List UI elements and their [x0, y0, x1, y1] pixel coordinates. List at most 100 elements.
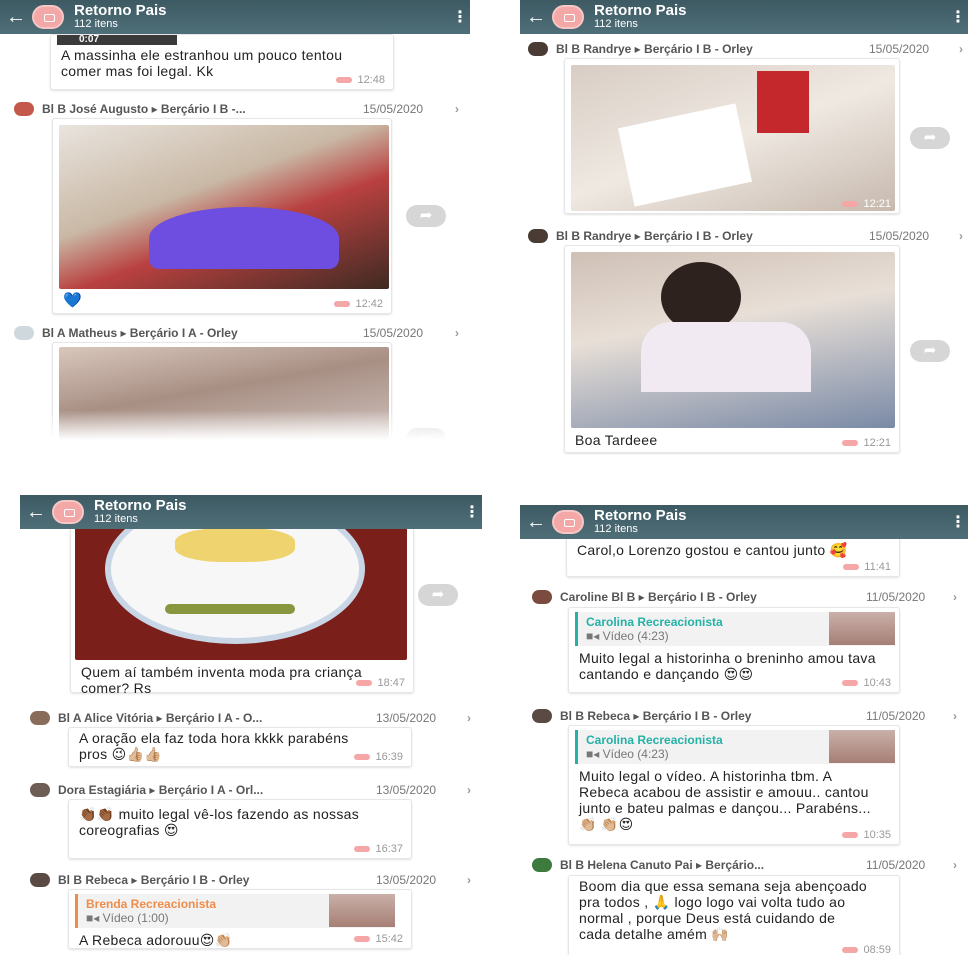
quoted-video[interactable]: Carolina Recreacionista ■◂ Vídeo (4:23) — [575, 612, 895, 646]
message-date: 15/05/2020 — [363, 326, 424, 340]
sender-name: Caroline Bl B ▸ Berçário I B - Orley — [560, 590, 757, 604]
message-time: 16:39 — [354, 751, 403, 763]
sender-avatar — [30, 783, 50, 797]
message-time: 18:47 — [356, 677, 405, 689]
message-bubble[interactable]: Carolina Recreacionista ■◂ Vídeo (4:23) … — [568, 725, 900, 845]
sender-row[interactable]: Caroline Bl B ▸ Berçário I B - Orley 11/… — [532, 590, 957, 604]
overflow-menu-icon[interactable]: ⋮ — [948, 7, 968, 27]
message-time: 08:59 — [842, 944, 891, 955]
forward-icon[interactable]: ➦ — [910, 127, 950, 149]
photo-child-eating[interactable] — [59, 125, 389, 289]
sender-row[interactable]: Bl B Randrye ▸ Berçário I B - Orley 15/0… — [528, 229, 963, 243]
message-text: A oração ela faz toda hora kkkk parabéns… — [79, 730, 349, 762]
sender-avatar — [532, 709, 552, 723]
message-date: 13/05/2020 — [376, 783, 437, 797]
sender-row[interactable]: Bl A Alice Vitória ▸ Berçário I A - O...… — [30, 711, 471, 725]
screenshot-panel-1: ← Retorno Pais 112 itens ⋮ 0:07 A massin… — [0, 0, 470, 440]
sender-avatar — [532, 590, 552, 604]
sender-row[interactable]: Bl B Rebeca ▸ Berçário I B - Orley 13/05… — [30, 873, 471, 887]
group-title: Retorno Pais — [594, 507, 687, 525]
photo-paper-crafts[interactable] — [571, 65, 895, 211]
message-date: 11/05/2020 — [866, 590, 926, 604]
group-avatar[interactable] — [552, 5, 584, 29]
sender-row[interactable]: Dora Estagiária ▸ Berçário I A - Orl... … — [30, 783, 471, 797]
sender-row[interactable]: Bl B Randrye ▸ Berçário I B - Orley 15/0… — [528, 42, 963, 56]
chevron-right-icon: › — [455, 326, 459, 340]
message-time: 10:35 — [842, 829, 891, 841]
message-text: Muito legal o vídeo. A historinha tbm. A… — [579, 768, 871, 832]
group-title: Retorno Pais — [594, 2, 687, 20]
message-bubble[interactable]: Boa Tardeee 12:21 — [564, 245, 900, 453]
back-arrow-icon[interactable]: ← — [6, 6, 28, 29]
message-bubble[interactable]: 12:21 — [564, 58, 900, 214]
message-date: 11/05/2020 — [866, 858, 926, 872]
message-bubble[interactable]: 👏🏾👏🏾 muito legal vê-los fazendo as nossa… — [68, 799, 412, 859]
blue-heart-emoji: 💙 — [63, 292, 82, 309]
sender-name: Bl B José Augusto ▸ Berçário I B -... — [42, 102, 246, 116]
message-bubble[interactable]: 0:07 A massinha ele estranhou um pouco t… — [50, 34, 394, 90]
message-time: 12:48 — [336, 74, 385, 86]
video-thumbnail[interactable] — [829, 612, 895, 645]
quoted-video[interactable]: Brenda Recreacionista ■◂ Vídeo (1:00) — [75, 894, 395, 928]
item-count: 112 itens — [74, 18, 118, 31]
chevron-right-icon: › — [959, 229, 963, 243]
message-bubble[interactable]: Brenda Recreacionista ■◂ Vídeo (1:00) A … — [68, 889, 412, 949]
back-arrow-icon[interactable]: ← — [526, 6, 548, 29]
sender-row[interactable]: Bl B Helena Canuto Pai ▸ Berçário... 11/… — [532, 858, 957, 872]
app-bar: ← Retorno Pais 112 itens ⋮ — [520, 0, 968, 34]
message-bubble[interactable]: A oração ela faz toda hora kkkk parabéns… — [68, 727, 412, 767]
screenshot-panel-4: Carol,o Lorenzo gostou e cantou junto 🥰 … — [520, 505, 968, 955]
photo-child-playing[interactable] — [571, 252, 895, 428]
message-text: A Rebeca adorouu😍👏🏼 — [79, 932, 233, 948]
back-arrow-icon[interactable]: ← — [526, 511, 548, 534]
sender-row[interactable]: Bl A Matheus ▸ Berçário I A - Orley 15/0… — [14, 326, 459, 340]
group-title: Retorno Pais — [94, 497, 187, 515]
forward-icon[interactable]: ➦ — [910, 340, 950, 362]
photo-food-face[interactable] — [75, 524, 407, 660]
sender-avatar — [532, 858, 552, 872]
message-time: 11:41 — [843, 561, 891, 573]
overflow-menu-icon[interactable]: ⋮ — [462, 502, 482, 522]
message-text: Boa Tardeee — [575, 432, 658, 448]
message-time: 16:37 — [354, 843, 403, 855]
chevron-right-icon: › — [455, 102, 459, 116]
sender-name: Bl A Alice Vitória ▸ Berçário I A - O... — [58, 711, 263, 725]
group-avatar[interactable] — [552, 510, 584, 534]
item-count: 112 itens — [594, 18, 638, 31]
overflow-menu-icon[interactable]: ⋮ — [948, 512, 968, 532]
quoted-video[interactable]: Carolina Recreacionista ■◂ Vídeo (4:23) — [575, 730, 895, 764]
group-avatar[interactable] — [32, 5, 64, 29]
message-text: Boom dia que essa semana seja abençoado … — [579, 878, 868, 942]
app-bar: ← Retorno Pais 112 itens ⋮ — [520, 505, 968, 539]
sender-name: Bl B Randrye ▸ Berçário I B - Orley — [556, 42, 753, 56]
forward-icon[interactable]: ➦ — [406, 205, 446, 227]
item-count: 112 itens — [594, 523, 638, 536]
sender-name: Bl B Randrye ▸ Berçário I B - Orley — [556, 229, 753, 243]
overflow-menu-icon[interactable]: ⋮ — [450, 7, 470, 27]
sender-row[interactable]: Bl B José Augusto ▸ Berçário I B -... 15… — [14, 102, 459, 116]
message-bubble[interactable]: Carolina Recreacionista ■◂ Vídeo (4:23) … — [568, 607, 900, 693]
group-avatar[interactable] — [52, 500, 84, 524]
video-duration: 0:07 — [57, 35, 177, 45]
sender-row[interactable]: Bl B Rebeca ▸ Berçário I B - Orley 11/05… — [532, 709, 957, 723]
message-text: 👏🏾👏🏾 muito legal vê-los fazendo as nossa… — [79, 806, 360, 838]
chevron-right-icon: › — [467, 711, 471, 725]
message-time: 10:43 — [842, 677, 891, 689]
screenshot-panel-3: Quem aí também inventa moda pra criança … — [20, 495, 482, 955]
video-thumbnail[interactable] — [829, 730, 895, 763]
message-bubble[interactable]: Quem aí também inventa moda pra criança … — [70, 523, 414, 696]
sender-avatar — [14, 326, 34, 340]
message-time: 12:21 — [842, 198, 891, 210]
video-thumbnail[interactable] — [329, 894, 395, 927]
forward-icon[interactable]: ➦ — [418, 584, 458, 606]
message-time: 15:42 — [354, 933, 403, 945]
message-date: 15/05/2020 — [363, 102, 424, 116]
message-bubble[interactable]: Boom dia que essa semana seja abençoado … — [568, 875, 900, 955]
chevron-right-icon: › — [953, 590, 957, 604]
chevron-right-icon: › — [467, 783, 471, 797]
sender-avatar — [528, 229, 548, 243]
sender-name: Bl B Helena Canuto Pai ▸ Berçário... — [560, 858, 765, 872]
item-count: 112 itens — [94, 513, 138, 526]
message-bubble[interactable]: 💙 12:42 — [52, 118, 392, 314]
back-arrow-icon[interactable]: ← — [26, 501, 48, 524]
